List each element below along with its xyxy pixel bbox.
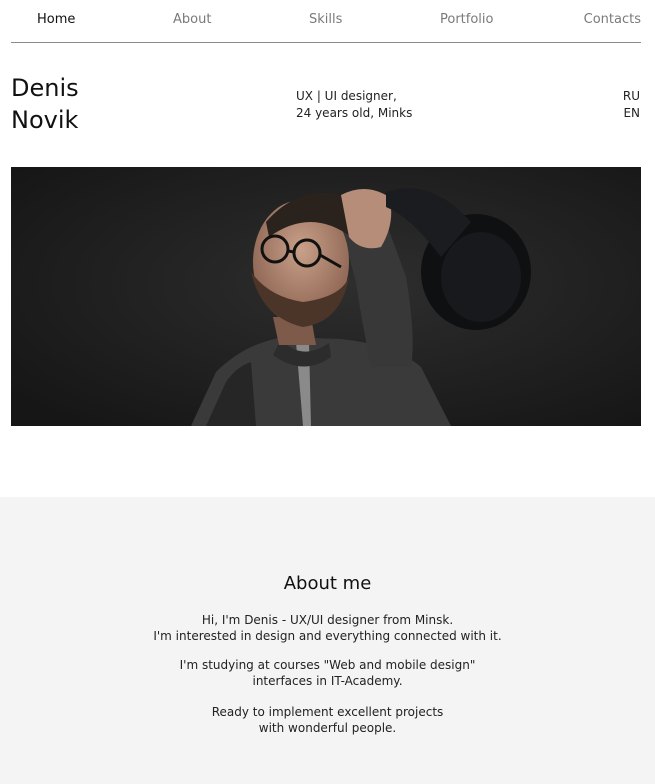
- nav-link-home[interactable]: Home: [37, 12, 75, 27]
- portrait-photo-illustration: [11, 167, 641, 426]
- nav-link-about[interactable]: About: [173, 12, 211, 27]
- about-text-line: Ready to implement excellent projects: [211, 705, 444, 719]
- role-details: 24 years old, Minks: [296, 106, 413, 120]
- about-text-line: I'm studying at courses "Web and mobile …: [179, 658, 476, 672]
- role-title: UX | UI designer,: [296, 89, 397, 103]
- about-paragraph-intro: Hi, I'm Denis - UX/UI designer from Mins…: [0, 612, 655, 644]
- profile-name: Denis Novik: [11, 72, 79, 136]
- lang-en-link[interactable]: EN: [623, 105, 640, 122]
- language-switcher: RU EN: [623, 88, 640, 122]
- hero-photo: [11, 167, 641, 426]
- nav-link-contacts[interactable]: Contacts: [584, 12, 641, 27]
- about-paragraph-goals: Ready to implement excellent projects wi…: [0, 704, 655, 736]
- lang-ru-link[interactable]: RU: [623, 88, 640, 105]
- about-section: About me Hi, I'm Denis - UX/UI designer …: [0, 497, 655, 784]
- nav-link-skills[interactable]: Skills: [309, 12, 342, 27]
- nav-link-portfolio[interactable]: Portfolio: [440, 12, 493, 27]
- profile-role: UX | UI designer, 24 years old, Minks: [296, 88, 412, 122]
- about-text-line: interfaces in IT-Academy.: [252, 674, 403, 688]
- about-text-line: I'm interested in design and everything …: [153, 629, 502, 643]
- about-paragraph-education: I'm studying at courses "Web and mobile …: [0, 657, 655, 689]
- about-text-line: Hi, I'm Denis - UX/UI designer from Mins…: [201, 613, 454, 627]
- first-name: Denis: [11, 74, 79, 102]
- about-text-line: with wonderful people.: [258, 721, 397, 735]
- about-title: About me: [283, 573, 372, 594]
- last-name: Novik: [11, 106, 79, 134]
- top-navigation: Home About Skills Portfolio Contacts: [11, 0, 641, 43]
